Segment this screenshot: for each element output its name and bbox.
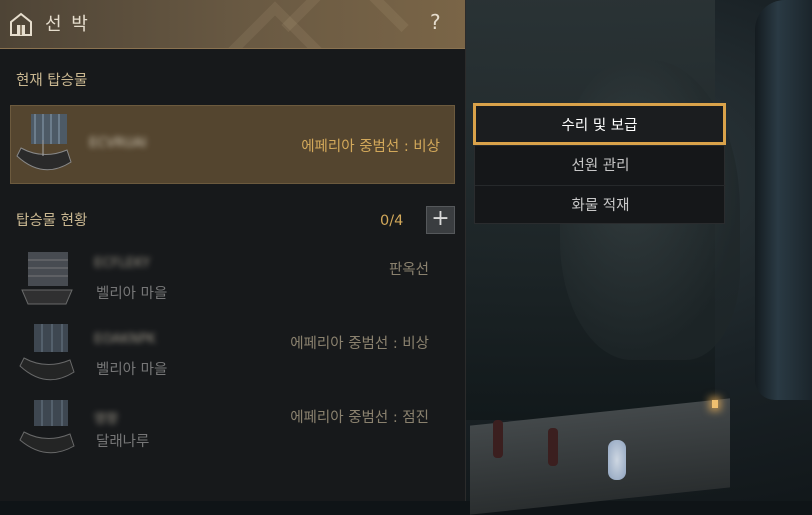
panel-title: 선 박 xyxy=(45,14,90,35)
ship-thumbnail xyxy=(21,252,73,305)
menu-item-repair-supply[interactable]: 수리 및 보급 xyxy=(473,103,726,145)
ship-panel: 선 박 ? 현재 탑승물 ECVRUAI 에페리아 중범선 : 비상 탑승물 현… xyxy=(0,0,466,501)
ship-location: 달래나루 xyxy=(96,434,150,450)
npc-figure xyxy=(548,428,558,466)
ship-dock-icon xyxy=(10,12,32,36)
ride-status-label: 탑승물 현황 xyxy=(16,213,88,229)
ride-count: 0/4 xyxy=(380,213,404,229)
current-ship-card[interactable]: ECVRUAI 에페리아 중범선 : 비상 xyxy=(10,105,455,184)
menu-item-crew-management[interactable]: 선원 관리 xyxy=(475,145,726,185)
player-character xyxy=(608,440,626,480)
ship-location: 벨리아 마을 xyxy=(96,362,168,378)
panel-title-bar[interactable]: 선 박 ? xyxy=(0,0,465,49)
list-item[interactable]: EOAKNPK 에페리아 중범선 : 비상 벨리아 마을 xyxy=(10,320,455,394)
list-item[interactable]: ECFLEKY 판옥선 벨리아 마을 xyxy=(10,244,455,318)
menu-item-load-cargo[interactable]: 화물 적재 xyxy=(475,185,726,225)
ship-context-menu: 수리 및 보급 선원 관리 화물 적재 xyxy=(473,103,726,225)
ship-thumbnail xyxy=(19,400,75,454)
help-button[interactable]: ? xyxy=(430,10,441,34)
npc-figure xyxy=(493,420,503,458)
ship-location: 벨리아 마을 xyxy=(96,286,168,302)
ship-thumbnail xyxy=(16,114,72,171)
ship-sail xyxy=(755,0,812,400)
ship-type: 에페리아 중범선 : 비상 xyxy=(301,139,440,155)
ship-type: 판옥선 xyxy=(388,262,429,278)
current-ride-label: 현재 탑승물 xyxy=(16,73,88,89)
list-item[interactable]: 영향 에페리아 중범선 : 점진 달래나루 xyxy=(10,396,455,470)
ship-name: ECFLEKY xyxy=(94,256,151,271)
lamp-light xyxy=(712,400,718,408)
ship-name: 영향 xyxy=(94,412,118,427)
ship-thumbnail xyxy=(19,324,75,381)
ship-type: 에페리아 중범선 : 비상 xyxy=(290,336,429,352)
add-ship-button[interactable]: + xyxy=(426,206,455,234)
ship-type: 에페리아 중범선 : 점진 xyxy=(290,410,429,426)
ship-name: ECVRUAI xyxy=(89,136,147,151)
ship-name: EOAKNPK xyxy=(94,332,156,347)
